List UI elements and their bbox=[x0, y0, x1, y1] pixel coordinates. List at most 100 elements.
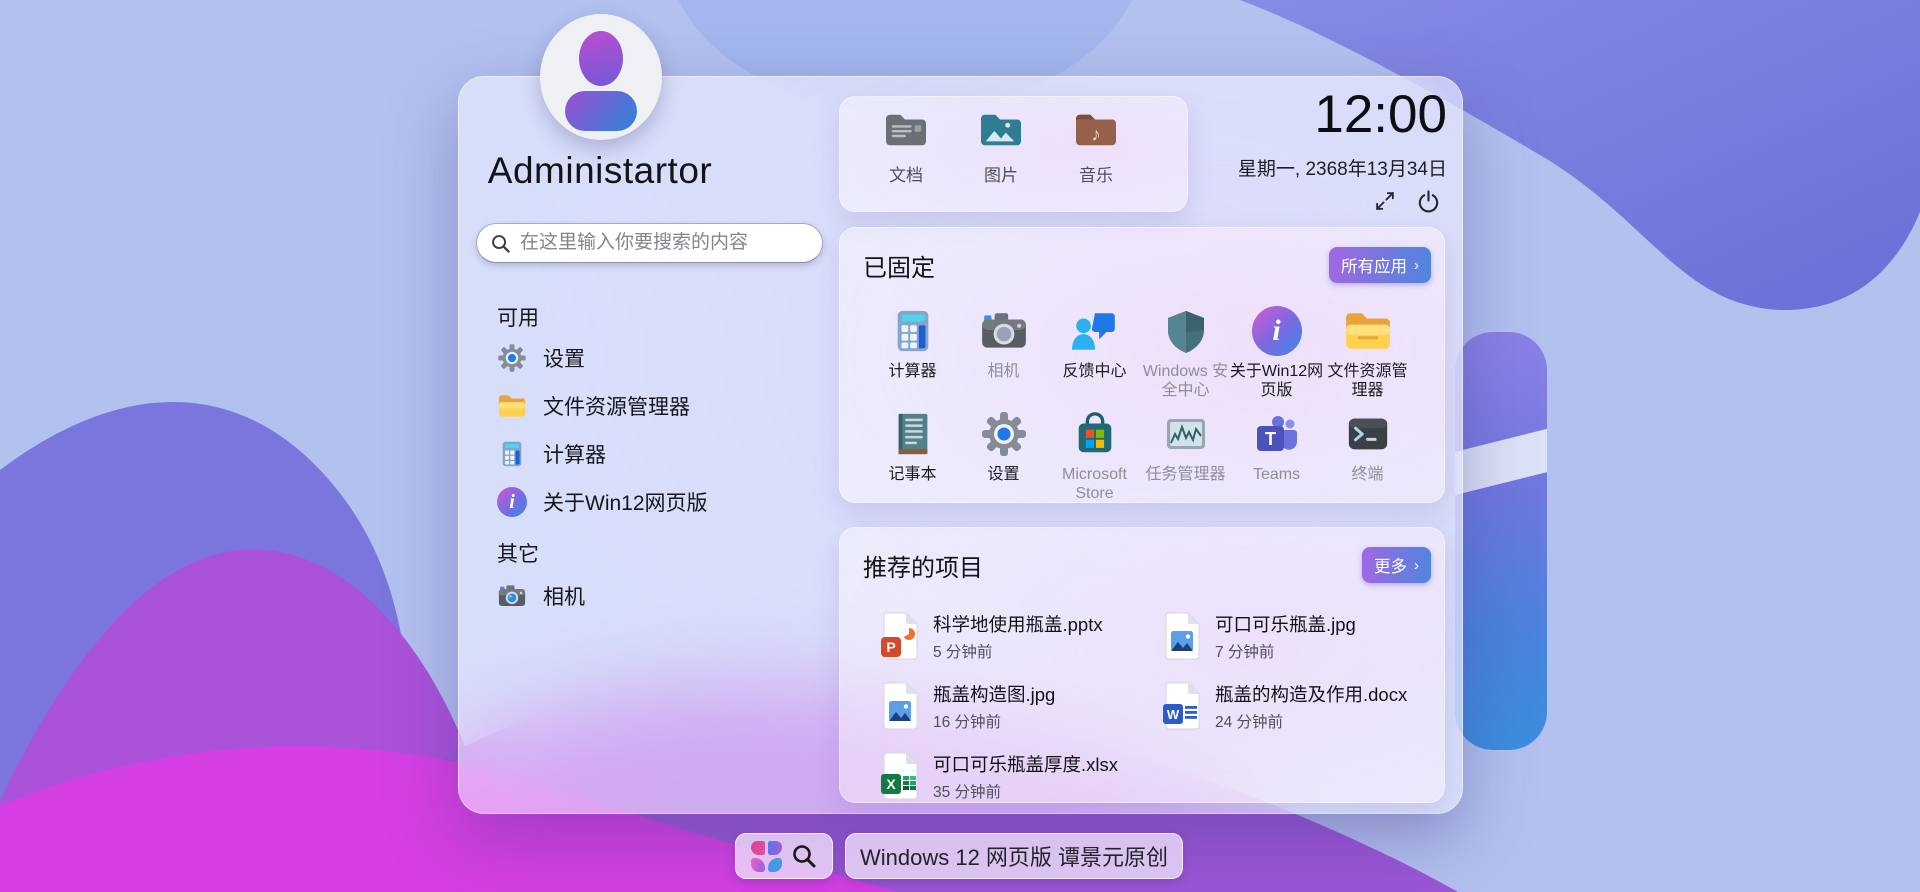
folder-label: 图片 bbox=[984, 161, 1018, 186]
recommended-item[interactable]: X 可口可乐瓶盖厚度.xlsx 35 分钟前 bbox=[880, 741, 1162, 811]
recommended-item[interactable]: P 科学地使用瓶盖.pptx 5 分钟前 bbox=[880, 601, 1162, 671]
svg-text:W: W bbox=[1167, 707, 1180, 722]
sidebar-item-label: 相机 bbox=[543, 581, 585, 611]
pinned-app-label: Teams bbox=[1229, 466, 1324, 485]
file-name: 科学地使用瓶盖.pptx bbox=[933, 611, 1103, 637]
documents-folder-icon bbox=[883, 109, 929, 154]
file-time: 7 分钟前 bbox=[1215, 640, 1356, 662]
feedback-icon bbox=[1069, 305, 1121, 357]
terminal-icon bbox=[1342, 408, 1394, 460]
pinned-app-label: 终端 bbox=[1320, 466, 1415, 485]
user-avatar[interactable] bbox=[540, 14, 662, 140]
search-input[interactable] bbox=[520, 232, 809, 254]
folder-tile-pictures[interactable]: 图片 bbox=[958, 109, 1044, 186]
sidebar-item-label: 设置 bbox=[543, 343, 585, 373]
pinned-app-label: Windows 安全中心 bbox=[1138, 363, 1233, 401]
pinned-app-microsoft-store[interactable]: Microsoft Store bbox=[1049, 408, 1140, 511]
recommended-item[interactable]: 可口可乐瓶盖.jpg 7 分钟前 bbox=[1162, 601, 1444, 671]
search-icon bbox=[791, 843, 817, 869]
pictures-folder-icon bbox=[978, 109, 1024, 154]
music-folder-icon: ♪ bbox=[1073, 109, 1119, 154]
pinned-app-label: 任务管理器 bbox=[1138, 466, 1233, 485]
pinned-app-camera[interactable]: 相机 bbox=[958, 305, 1049, 408]
taskbar-search-button[interactable] bbox=[791, 843, 817, 869]
pinned-app-terminal[interactable]: 终端 bbox=[1322, 408, 1413, 511]
calculator-icon bbox=[887, 305, 939, 357]
info-icon: i bbox=[1251, 305, 1303, 357]
pinned-app-label: 文件资源管理器 bbox=[1320, 363, 1415, 401]
pinned-app-file-explorer[interactable]: 文件资源管理器 bbox=[1322, 305, 1413, 408]
camera-icon bbox=[497, 581, 527, 611]
all-apps-label: 所有应用 bbox=[1341, 253, 1407, 277]
sidebar-item-camera[interactable]: 相机 bbox=[497, 572, 817, 620]
clock-date: 星期一, 2368年13月34日 bbox=[1238, 154, 1447, 181]
taskbar-start-pill bbox=[735, 833, 833, 879]
expand-icon bbox=[1373, 189, 1397, 213]
all-apps-button[interactable]: 所有应用 › bbox=[1329, 247, 1431, 283]
sidebar-item-label: 关于Win12网页版 bbox=[543, 487, 708, 517]
pinned-grid: 计算器 相机 bbox=[867, 305, 1445, 511]
power-button[interactable] bbox=[1415, 188, 1441, 214]
file-name: 可口可乐瓶盖厚度.xlsx bbox=[933, 751, 1118, 777]
pinned-app-windows-security[interactable]: Windows 安全中心 bbox=[1140, 305, 1231, 408]
search-icon bbox=[490, 233, 511, 254]
power-icon bbox=[1416, 189, 1441, 214]
folder-tile-music[interactable]: ♪ 音乐 bbox=[1053, 109, 1139, 186]
gear-icon bbox=[978, 408, 1030, 460]
recommended-card: 推荐的项目 更多 › P 科学地 bbox=[839, 527, 1445, 803]
pinned-app-label: 相机 bbox=[956, 363, 1051, 382]
user-name: Administartor bbox=[458, 150, 742, 192]
pinned-app-settings[interactable]: 设置 bbox=[958, 408, 1049, 511]
pinned-app-task-manager[interactable]: 任务管理器 bbox=[1140, 408, 1231, 511]
store-icon bbox=[1069, 408, 1121, 460]
taskbar-brand-pill[interactable]: Windows 12 网页版 谭景元原创 bbox=[845, 833, 1183, 879]
pinned-app-calculator[interactable]: 计算器 bbox=[867, 305, 958, 408]
pinned-app-teams[interactable]: T Teams bbox=[1231, 408, 1322, 511]
shield-icon bbox=[1160, 305, 1212, 357]
folder-label: 音乐 bbox=[1079, 161, 1113, 186]
svg-text:T: T bbox=[1265, 429, 1276, 449]
svg-text:P: P bbox=[886, 639, 895, 655]
file-name: 瓶盖构造图.jpg bbox=[933, 681, 1055, 707]
file-time: 16 分钟前 bbox=[933, 710, 1055, 732]
pinned-app-label: 记事本 bbox=[865, 466, 960, 485]
file-name: 可口可乐瓶盖.jpg bbox=[1215, 611, 1356, 637]
info-icon: i bbox=[497, 487, 527, 517]
word-file-icon: W bbox=[1162, 682, 1202, 730]
svg-text:♪: ♪ bbox=[1091, 124, 1101, 145]
recommended-title: 推荐的项目 bbox=[863, 548, 983, 583]
pinned-app-label: 计算器 bbox=[865, 363, 960, 382]
sidebar-item-about-win12[interactable]: i 关于Win12网页版 bbox=[497, 478, 817, 526]
folder-icon bbox=[1342, 305, 1394, 357]
file-time: 5 分钟前 bbox=[933, 640, 1103, 662]
teams-icon: T bbox=[1251, 408, 1303, 460]
sidebar-item-settings[interactable]: 设置 bbox=[497, 334, 817, 382]
recommended-item[interactable]: W 瓶盖的构造及作用.docx 24 分钟前 bbox=[1162, 671, 1444, 741]
recommended-grid: P 科学地使用瓶盖.pptx 5 分钟前 bbox=[880, 601, 1445, 811]
windows-watermark-logo bbox=[1455, 332, 1547, 750]
desktop-screen: Administartor 可用 bbox=[0, 0, 1920, 892]
sidebar-item-file-explorer[interactable]: 文件资源管理器 bbox=[497, 382, 817, 430]
powerpoint-file-icon: P bbox=[880, 612, 920, 660]
pinned-app-feedback-hub[interactable]: 反馈中心 bbox=[1049, 305, 1140, 408]
sidebar-item-label: 文件资源管理器 bbox=[543, 391, 690, 421]
gear-icon bbox=[497, 343, 527, 373]
expand-button[interactable] bbox=[1372, 188, 1398, 214]
search-bar[interactable] bbox=[476, 223, 823, 263]
more-button[interactable]: 更多 › bbox=[1362, 547, 1431, 583]
pinned-card: 已固定 所有应用 › 计算器 bbox=[839, 227, 1445, 503]
pinned-app-notepad[interactable]: 记事本 bbox=[867, 408, 958, 511]
folder-icon bbox=[497, 391, 527, 421]
windows-logo-icon[interactable] bbox=[751, 841, 782, 872]
file-time: 35 分钟前 bbox=[933, 780, 1118, 802]
folder-tile-documents[interactable]: 文档 bbox=[863, 109, 949, 186]
watermark-stripe bbox=[1455, 421, 1547, 500]
pinned-app-about-win12[interactable]: i 关于Win12网页版 bbox=[1231, 305, 1322, 408]
task-manager-icon bbox=[1160, 408, 1212, 460]
sidebar-item-calculator[interactable]: 计算器 bbox=[497, 430, 817, 478]
chevron-right-icon: › bbox=[1414, 558, 1419, 573]
pinned-app-label: 关于Win12网页版 bbox=[1229, 363, 1324, 401]
file-name: 瓶盖的构造及作用.docx bbox=[1215, 681, 1407, 707]
clock-time: 12:00 bbox=[1238, 88, 1447, 141]
recommended-item[interactable]: 瓶盖构造图.jpg 16 分钟前 bbox=[880, 671, 1162, 741]
